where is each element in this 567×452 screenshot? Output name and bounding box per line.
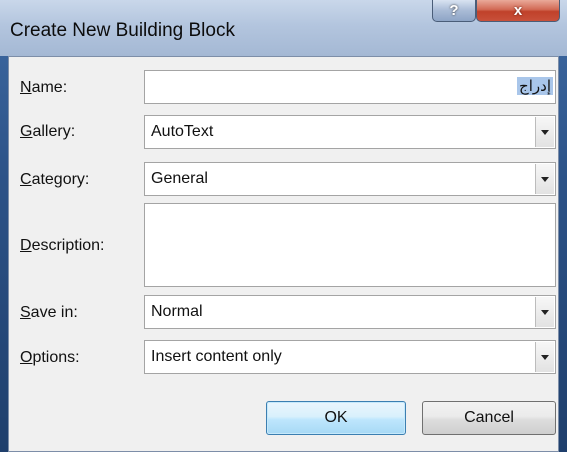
category-label-text: ategory:: [31, 171, 90, 188]
options-label-text: ptions:: [32, 349, 80, 366]
name-input-value: إدراج: [517, 77, 553, 95]
title-bar[interactable]: Create New Building Block ? x: [0, 0, 567, 56]
gallery-label-text: allery:: [32, 123, 76, 140]
dialog-body: Name: إدراج Gallery: AutoText Category: …: [8, 56, 559, 452]
chevron-down-icon: [541, 176, 549, 182]
help-icon: ?: [449, 2, 459, 19]
save-in-label-accesskey: S: [20, 304, 31, 321]
options-dropdown-button[interactable]: [535, 342, 554, 372]
options-select[interactable]: Insert content only: [144, 340, 556, 374]
gallery-select[interactable]: AutoText: [144, 115, 556, 149]
gallery-dropdown-button[interactable]: [535, 117, 554, 147]
close-icon: x: [513, 2, 523, 19]
description-label-accesskey: D: [20, 237, 32, 254]
category-select-value: General: [151, 170, 208, 187]
save-in-dropdown-button[interactable]: [535, 297, 554, 327]
save-in-select-value: Normal: [151, 303, 203, 320]
dialog-title: Create New Building Block: [10, 20, 235, 41]
name-label-accesskey: N: [20, 79, 32, 96]
category-label-accesskey: C: [20, 171, 32, 188]
options-label-accesskey: O: [20, 349, 33, 366]
chevron-down-icon: [541, 309, 549, 315]
help-button[interactable]: ?: [432, 0, 476, 22]
ok-button[interactable]: OK: [266, 401, 406, 435]
description-label: Description:: [20, 237, 104, 255]
chevron-down-icon: [541, 129, 549, 135]
options-label: Options:: [20, 349, 80, 367]
name-label: Name:: [20, 79, 67, 97]
category-dropdown-button[interactable]: [535, 164, 554, 194]
dialog-window: Create New Building Block ? x Name: إدرا…: [0, 0, 567, 452]
description-label-text: escription:: [31, 237, 105, 254]
name-label-text: ame:: [31, 79, 68, 96]
close-button[interactable]: x: [476, 0, 560, 22]
description-textarea[interactable]: [144, 203, 556, 287]
chevron-down-icon: [541, 354, 549, 360]
category-label: Category:: [20, 171, 89, 189]
cancel-button[interactable]: Cancel: [422, 401, 556, 435]
save-in-label-text: ave in:: [30, 304, 78, 321]
gallery-select-value: AutoText: [151, 123, 214, 140]
category-select[interactable]: General: [144, 162, 556, 196]
gallery-label-accesskey: G: [20, 123, 33, 140]
gallery-label: Gallery:: [20, 123, 75, 141]
save-in-select[interactable]: Normal: [144, 295, 556, 329]
save-in-label: Save in:: [20, 304, 78, 322]
name-input[interactable]: إدراج: [144, 70, 556, 104]
options-select-value: Insert content only: [151, 348, 282, 365]
